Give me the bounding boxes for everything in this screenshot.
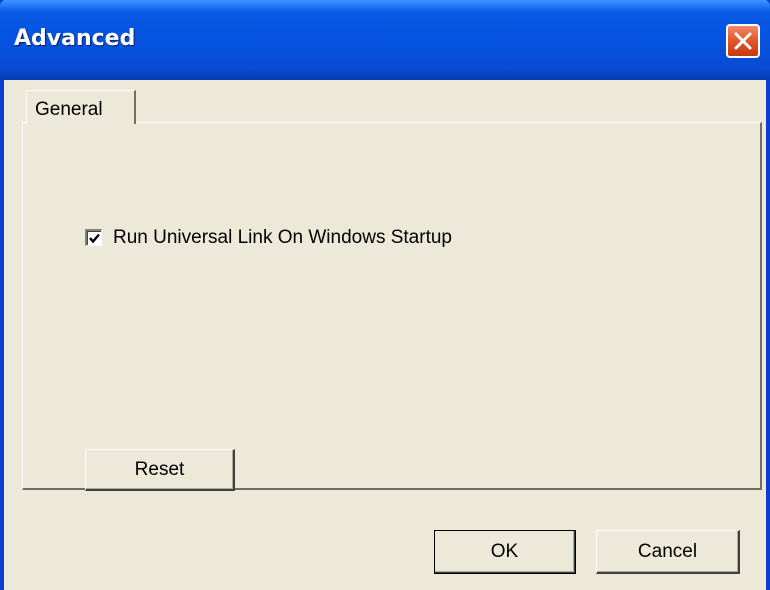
cancel-button[interactable]: Cancel xyxy=(596,530,740,574)
dialog-body: General Run Universal Link On Windows St… xyxy=(4,80,766,590)
title-bar[interactable]: Advanced xyxy=(0,0,770,80)
tab-general-label: General xyxy=(35,99,103,120)
startup-checkbox[interactable] xyxy=(85,229,102,246)
general-tab-panel: Run Universal Link On Windows Startup Re… xyxy=(22,122,762,491)
ok-button[interactable]: OK xyxy=(434,530,576,574)
close-button[interactable] xyxy=(726,24,760,58)
advanced-dialog: Advanced General Run Universal Link On W… xyxy=(0,0,770,590)
close-icon xyxy=(734,32,752,50)
startup-checkbox-label[interactable]: Run Universal Link On Windows Startup xyxy=(113,227,452,249)
window-title: Advanced xyxy=(14,26,136,51)
checkmark-icon xyxy=(89,233,100,244)
reset-button[interactable]: Reset xyxy=(85,449,235,491)
tab-general[interactable]: General xyxy=(26,90,136,124)
